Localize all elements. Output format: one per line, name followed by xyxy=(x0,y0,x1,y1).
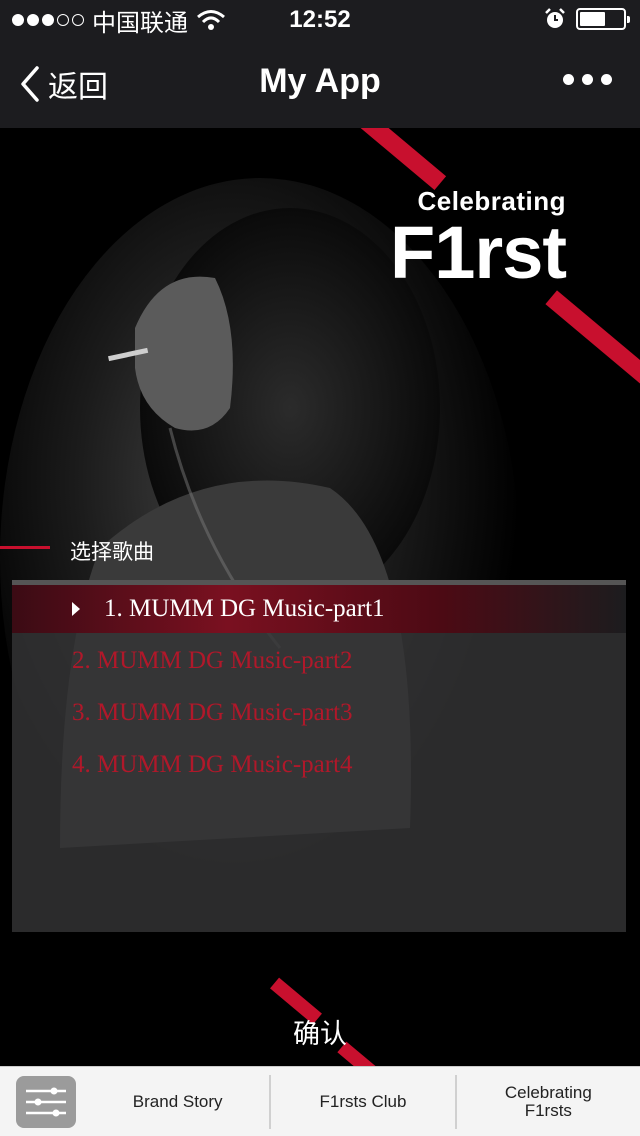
tab-label: Brand Story xyxy=(132,1091,223,1111)
tab-f1rsts-club[interactable]: F1rsts Club xyxy=(271,1074,457,1129)
page-title: My App xyxy=(259,62,381,100)
confirm-button[interactable]: 确认 xyxy=(0,1012,640,1051)
track-item[interactable]: 3. MUMM DG Music-part3 xyxy=(12,689,626,737)
tab-label: Celebrating F1rsts xyxy=(504,1082,592,1120)
tab-label: F1rsts Club xyxy=(319,1091,407,1111)
song-select-label: 选择歌曲 xyxy=(70,541,154,564)
sliders-menu-icon xyxy=(26,1087,66,1116)
track-item[interactable]: 4. MUMM DG Music-part4 xyxy=(12,741,626,789)
track-item[interactable]: 2. MUMM DG Music-part2 xyxy=(12,637,626,685)
nav-bar: 返回 My App xyxy=(0,40,640,128)
track-item[interactable]: 1. MUMM DG Music-part1 xyxy=(12,585,626,633)
more-dots-icon xyxy=(563,74,574,85)
more-button[interactable] xyxy=(563,74,612,85)
bottom-tab-bar: Brand Story F1rsts Club Celebrating F1rs… xyxy=(0,1066,640,1136)
alarm-icon xyxy=(545,8,565,28)
play-icon xyxy=(72,602,80,616)
status-right xyxy=(544,8,630,30)
track-label: 4. MUMM DG Music-part4 xyxy=(72,751,353,778)
track-list: 1. MUMM DG Music-part1 2. MUMM DG Music-… xyxy=(12,580,626,932)
section-divider xyxy=(0,546,50,549)
brand-logo: Celebrating F1rst xyxy=(390,186,567,294)
main-content: Celebrating F1rst 选择歌曲 1. MUMM DG Music-… xyxy=(0,128,640,1066)
menu-button[interactable] xyxy=(16,1075,76,1128)
track-label: 2. MUMM DG Music-part2 xyxy=(72,647,353,674)
tab-brand-story[interactable]: Brand Story xyxy=(86,1074,272,1129)
brand-title: F1rst xyxy=(390,211,567,294)
status-bar: 中国联通 12:52 xyxy=(0,0,640,40)
track-label: 1. MUMM DG Music-part1 xyxy=(104,595,385,622)
track-label: 3. MUMM DG Music-part3 xyxy=(72,699,353,726)
tab-celebrating-f1rsts[interactable]: Celebrating F1rsts xyxy=(457,1075,640,1129)
battery-icon xyxy=(576,8,630,30)
